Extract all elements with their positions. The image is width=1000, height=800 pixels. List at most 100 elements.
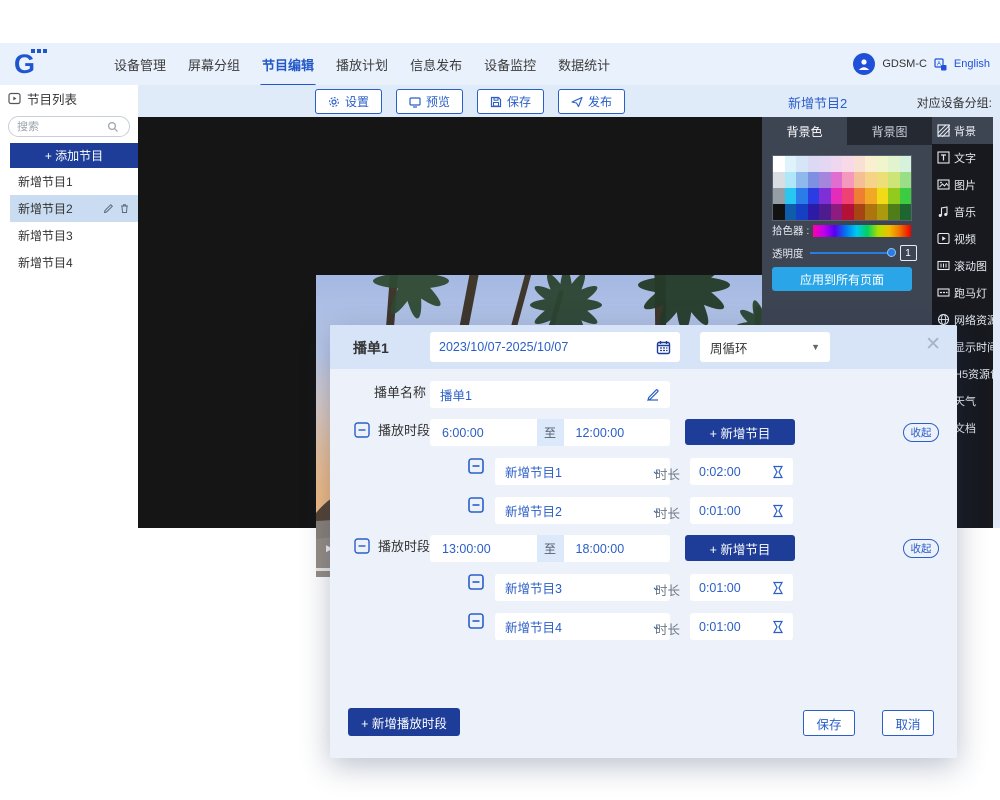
opacity-slider[interactable] xyxy=(810,247,894,259)
slider-knob[interactable] xyxy=(887,248,896,257)
palette-swatch[interactable] xyxy=(877,204,889,220)
palette-swatch[interactable] xyxy=(808,172,820,188)
palette-swatch[interactable] xyxy=(819,204,831,220)
start-time-input[interactable]: 13:00:00 xyxy=(430,542,537,556)
palette-swatch[interactable] xyxy=(888,204,900,220)
duration-field-2[interactable]: 0:01:00 xyxy=(690,497,793,524)
close-icon[interactable]: ✕ xyxy=(925,335,941,355)
end-time-input[interactable]: 18:00:00 xyxy=(564,542,671,556)
palette-swatch[interactable] xyxy=(842,204,854,220)
program-select-1[interactable]: 新增节目1 ⌄ xyxy=(495,458,670,485)
preview-button[interactable]: 预览 xyxy=(396,89,463,114)
palette-swatch[interactable] xyxy=(796,204,808,220)
palette-swatch[interactable] xyxy=(819,188,831,204)
palette-swatch[interactable] xyxy=(865,188,877,204)
nav-device-management[interactable]: 设备管理 xyxy=(110,49,170,80)
palette-swatch[interactable] xyxy=(900,188,912,204)
palette-swatch[interactable] xyxy=(877,172,889,188)
palette-swatch[interactable] xyxy=(796,156,808,172)
palette-swatch[interactable] xyxy=(819,172,831,188)
remove-program-icon[interactable] xyxy=(468,497,484,513)
palette-swatch[interactable] xyxy=(785,188,797,204)
panel-scrollbar[interactable] xyxy=(993,117,1000,528)
palette-swatch[interactable] xyxy=(888,188,900,204)
palette-swatch[interactable] xyxy=(900,172,912,188)
nav-info-publish[interactable]: 信息发布 xyxy=(406,49,466,80)
language-switch[interactable]: English xyxy=(954,58,990,70)
tool-music[interactable]: 音乐 xyxy=(932,198,993,225)
collapse-section-1-button[interactable]: 收起 xyxy=(903,423,939,442)
palette-swatch[interactable] xyxy=(785,204,797,220)
sidebar-item-program-4[interactable]: 新增节目4 xyxy=(10,249,138,276)
palette-swatch[interactable] xyxy=(785,172,797,188)
remove-program-icon[interactable] xyxy=(468,574,484,590)
palette-swatch[interactable] xyxy=(773,204,785,220)
program-select-3[interactable]: 新增节目3 ⌄ xyxy=(495,574,670,601)
user-avatar[interactable] xyxy=(853,53,875,75)
collapse-section-2-button[interactable]: 收起 xyxy=(903,539,939,558)
palette-swatch[interactable] xyxy=(773,156,785,172)
remove-section-icon[interactable] xyxy=(354,538,370,554)
tab-background-color[interactable]: 背景色 xyxy=(762,117,847,145)
palette-swatch[interactable] xyxy=(808,188,820,204)
color-picker-gradient[interactable] xyxy=(813,225,911,237)
start-time-input[interactable]: 6:00:00 xyxy=(430,426,537,440)
delete-icon[interactable] xyxy=(119,203,130,214)
palette-swatch[interactable] xyxy=(808,156,820,172)
tool-background[interactable]: 背景 xyxy=(932,117,993,144)
palette-swatch[interactable] xyxy=(831,188,843,204)
palette-swatch[interactable] xyxy=(796,188,808,204)
add-program-to-section-2-button[interactable]: + 新增节目 xyxy=(685,535,795,561)
duration-field-1[interactable]: 0:02:00 xyxy=(690,458,793,485)
palette-swatch[interactable] xyxy=(842,188,854,204)
sidebar-item-program-2[interactable]: 新增节目2 xyxy=(10,195,138,222)
tab-background-image[interactable]: 背景图 xyxy=(847,117,932,145)
palette-swatch[interactable] xyxy=(773,188,785,204)
search-input[interactable] xyxy=(17,121,107,133)
palette-swatch[interactable] xyxy=(842,172,854,188)
nav-screen-groups[interactable]: 屏幕分组 xyxy=(184,49,244,80)
tool-marquee[interactable]: 跑马灯 xyxy=(932,279,993,306)
palette-swatch[interactable] xyxy=(854,204,866,220)
date-range-input[interactable] xyxy=(439,340,650,354)
duration-field-3[interactable]: 0:01:00 xyxy=(690,574,793,601)
palette-swatch[interactable] xyxy=(888,156,900,172)
palette-swatch[interactable] xyxy=(819,156,831,172)
publish-button[interactable]: 发布 xyxy=(558,89,625,114)
repeat-mode-select[interactable]: 周循环 ▼ xyxy=(700,332,830,362)
remove-program-icon[interactable] xyxy=(468,458,484,474)
save-button[interactable]: 保存 xyxy=(477,89,544,114)
palette-swatch[interactable] xyxy=(900,204,912,220)
add-timeslot-button[interactable]: + 新增播放时段 xyxy=(348,708,460,736)
calendar-icon[interactable] xyxy=(656,340,671,355)
settings-button[interactable]: 设置 xyxy=(315,89,382,114)
nav-play-schedule[interactable]: 播放计划 xyxy=(332,49,392,80)
palette-swatch[interactable] xyxy=(888,172,900,188)
playlist-name-field[interactable]: 播单1 xyxy=(430,381,670,408)
translate-icon[interactable]: A xyxy=(934,58,947,71)
modal-cancel-button[interactable]: 取消 xyxy=(882,710,934,736)
palette-swatch[interactable] xyxy=(854,172,866,188)
nav-data-statistics[interactable]: 数据统计 xyxy=(554,49,614,80)
palette-swatch[interactable] xyxy=(773,172,785,188)
palette-swatch[interactable] xyxy=(854,156,866,172)
add-program-button[interactable]: + 添加节目 xyxy=(10,143,138,168)
palette-swatch[interactable] xyxy=(877,188,889,204)
program-select-2[interactable]: 新增节目2 ⌄ xyxy=(495,497,670,524)
modal-save-button[interactable]: 保存 xyxy=(803,710,855,736)
palette-swatch[interactable] xyxy=(865,204,877,220)
palette-swatch[interactable] xyxy=(808,204,820,220)
tool-video[interactable]: 视频 xyxy=(932,225,993,252)
sidebar-item-program-1[interactable]: 新增节目1 xyxy=(10,168,138,195)
remove-program-icon[interactable] xyxy=(468,613,484,629)
palette-swatch[interactable] xyxy=(831,172,843,188)
tool-text[interactable]: 文字 xyxy=(932,144,993,171)
add-program-to-section-1-button[interactable]: + 新增节目 xyxy=(685,419,795,445)
tool-image[interactable]: 图片 xyxy=(932,171,993,198)
remove-section-icon[interactable] xyxy=(354,422,370,438)
palette-swatch[interactable] xyxy=(900,156,912,172)
apply-all-pages-button[interactable]: 应用到所有页面 xyxy=(772,267,912,291)
sidebar-item-program-3[interactable]: 新增节目3 xyxy=(10,222,138,249)
palette-swatch[interactable] xyxy=(785,156,797,172)
palette-swatch[interactable] xyxy=(877,156,889,172)
